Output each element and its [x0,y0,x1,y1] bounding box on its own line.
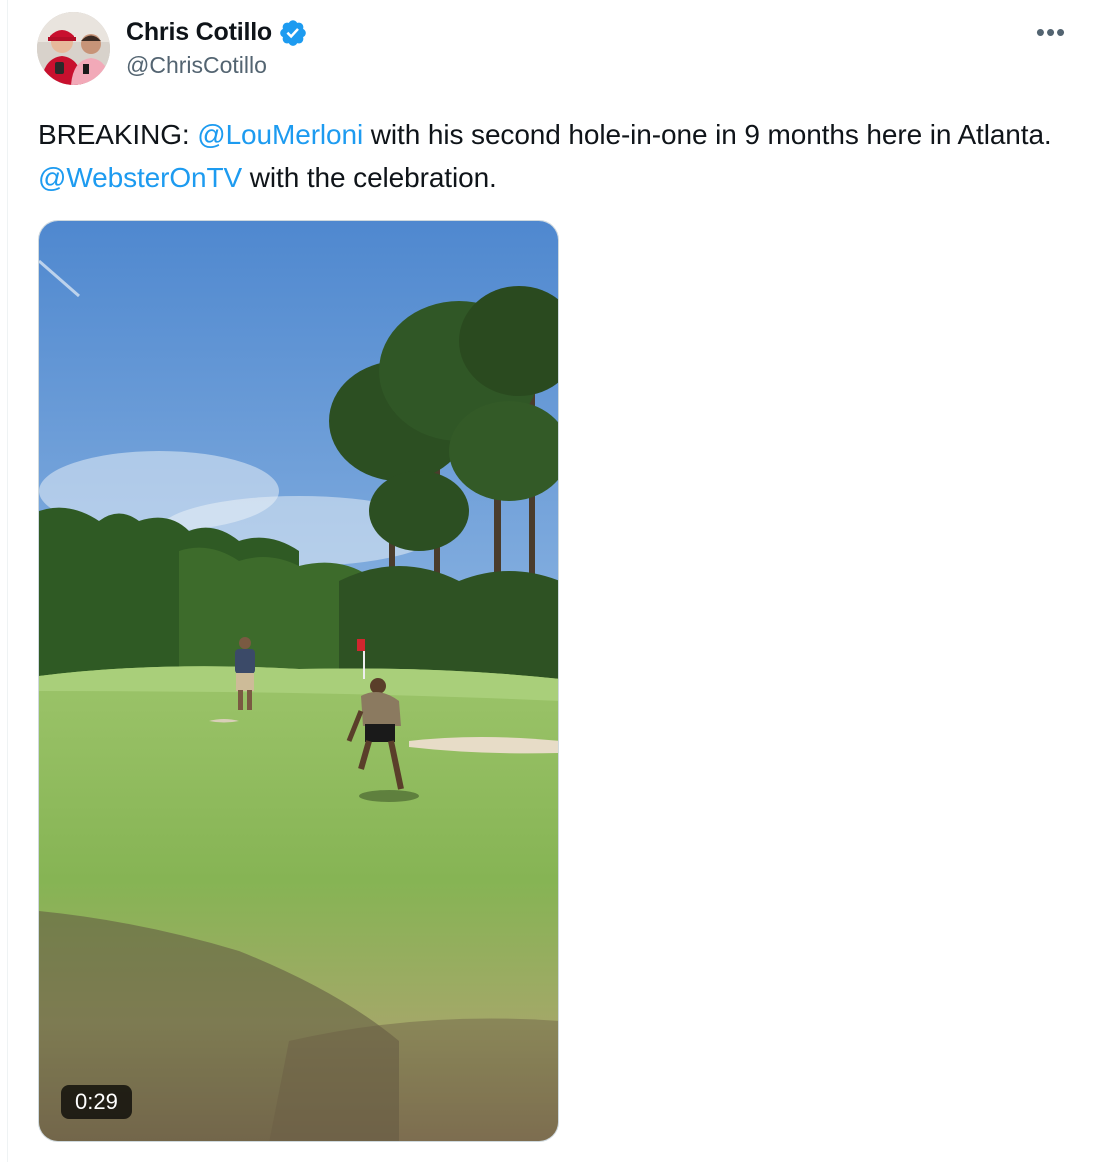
more-options-button[interactable]: ••• [1030,16,1072,48]
mention-link-webstterontv[interactable]: @WebsterOnTV [38,162,242,193]
video-duration-badge: 0:29 [61,1085,132,1119]
verified-badge-icon[interactable] [278,18,308,48]
tweet-text-prefix: BREAKING: [38,119,198,150]
more-options-icon: ••• [1035,16,1067,47]
author-name-row: Chris Cotillo [126,14,308,50]
tweet-card[interactable]: Chris Cotillo @ChrisCotillo ••• BREAKING… [0,0,1096,1162]
video-player[interactable] [38,220,559,1142]
tweet-text-middle: with his second hole-in-one in 9 months … [363,119,1052,150]
author-avatar[interactable] [37,12,110,85]
tweet-text-suffix: with the celebration. [242,162,497,193]
mention-link-loumerloni[interactable]: @LouMerloni [197,119,363,150]
author-display-name[interactable]: Chris Cotillo [126,18,272,47]
author-handle[interactable]: @ChrisCotillo [126,52,267,79]
golf-course-video-thumbnail [39,221,558,1141]
tweet-text: BREAKING: @LouMerloni with his second ho… [38,113,1068,199]
avatar-photo-icon [37,12,110,85]
